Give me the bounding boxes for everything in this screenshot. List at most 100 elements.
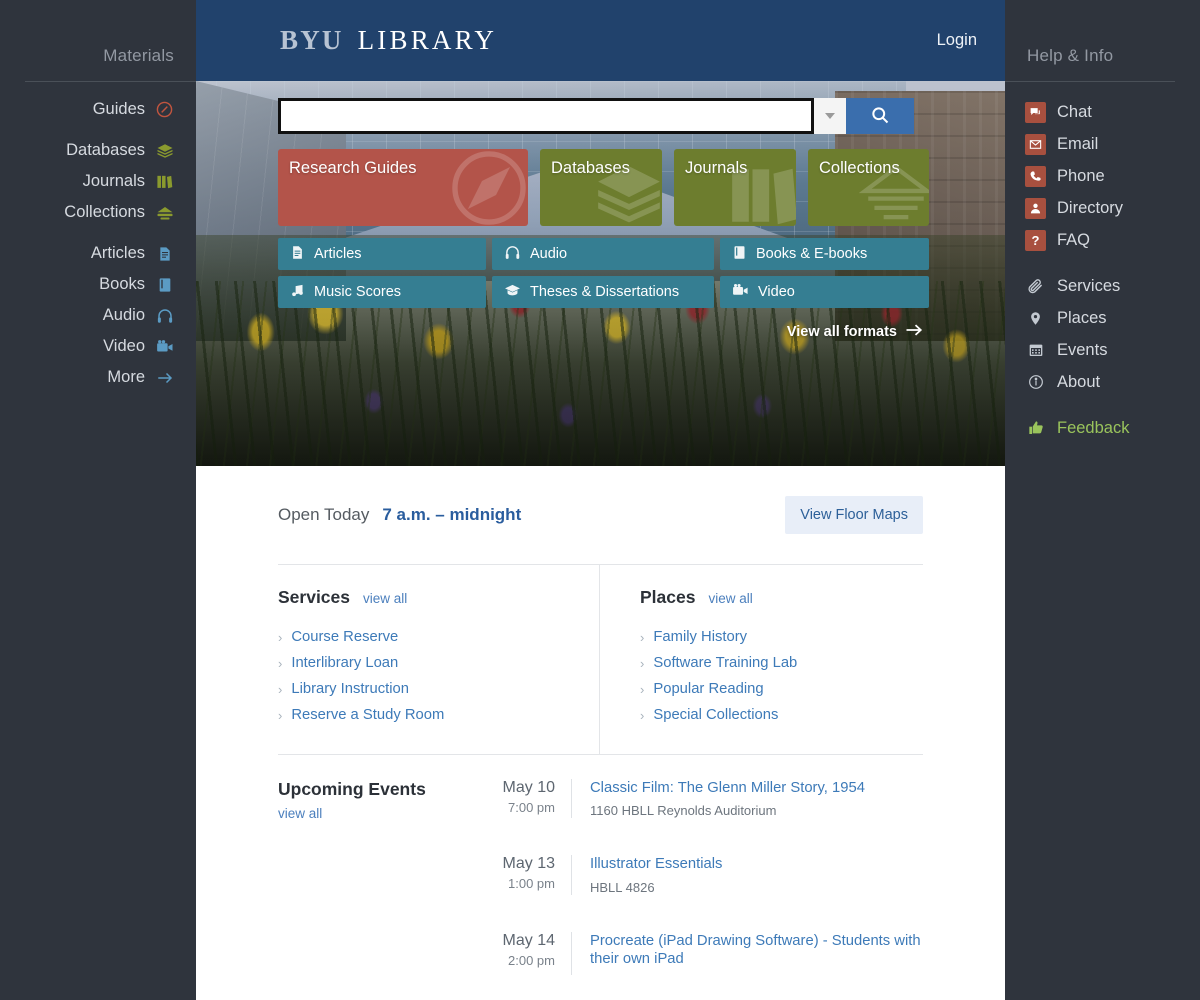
sidebar-item-directory[interactable]: Directory <box>1025 192 1200 224</box>
upcoming-events-section: Upcoming Events view all May 10 7:00 pm … <box>278 755 923 1000</box>
event-time: 2:00 pm <box>508 952 555 968</box>
open-today-hours: 7 a.m. – midnight <box>382 505 522 524</box>
sidebar-item-label: Databases <box>66 141 145 159</box>
left-sidebar: Materials Guides Databases Journals Coll… <box>0 0 196 1000</box>
sidebar-item-collections[interactable]: Collections <box>0 197 196 228</box>
materials-list: Guides Databases Journals Collections Ar… <box>0 94 196 393</box>
chat-bubble-icon <box>1025 101 1046 123</box>
format-tile-music-scores[interactable]: Music Scores <box>278 276 486 308</box>
list-item[interactable]: May 10 7:00 pm Classic Film: The Glenn M… <box>500 779 923 819</box>
sidebar-item-label: Articles <box>90 244 145 262</box>
list-item[interactable]: › Course Reserve <box>278 624 599 650</box>
info-circle-icon <box>1025 372 1046 393</box>
format-tile-audio[interactable]: Audio <box>492 238 714 270</box>
list-item[interactable]: May 14 2:00 pm Procreate (iPad Drawing S… <box>500 931 923 975</box>
calendar-icon <box>1025 340 1046 361</box>
sidebar-item-label: Services <box>1057 276 1121 295</box>
format-tile-label: Articles <box>314 246 362 262</box>
sidebar-item-databases[interactable]: Databases <box>0 135 196 166</box>
list-item[interactable]: › Reserve a Study Room <box>278 702 599 728</box>
list-item-label: Software Training Lab <box>653 655 798 671</box>
list-item[interactable]: › Family History <box>640 624 797 650</box>
sidebar-item-phone[interactable]: Phone <box>1025 160 1200 192</box>
services-column: Services view all › Course Reserve › Inter… <box>278 565 600 754</box>
right-sidebar: Help & Info Chat Email Phone Directory ?… <box>1005 0 1200 1000</box>
tile-label: Collections <box>819 159 900 177</box>
hero-tiles: Research Guides Databases Journals Colle… <box>278 149 929 341</box>
sidebar-item-label: Chat <box>1057 102 1092 121</box>
list-item[interactable]: May 13 1:00 pm Illustrator Essentials HB… <box>500 855 923 895</box>
event-title[interactable]: Classic Film: The Glenn Miller Story, 19… <box>590 779 865 797</box>
page-root: Materials Guides Databases Journals Coll… <box>0 0 1200 1000</box>
places-column: Places view all › Family History › Softwar… <box>600 565 797 754</box>
event-location: HBLL 4826 <box>590 879 655 895</box>
events-header: Upcoming Events view all <box>278 779 500 1000</box>
headphones-icon <box>504 244 521 265</box>
chevron-right-icon: › <box>278 629 283 645</box>
video-camera-icon <box>155 337 174 356</box>
sidebar-item-services[interactable]: Services <box>1025 270 1200 302</box>
search-scope-dropdown[interactable] <box>814 98 846 134</box>
sidebar-item-faq[interactable]: ? FAQ <box>1025 224 1200 256</box>
search-bar <box>278 98 914 134</box>
sidebar-item-about[interactable]: About <box>1025 366 1200 398</box>
article-icon <box>290 245 305 264</box>
view-all-formats-label: View all formats <box>786 324 897 340</box>
sidebar-item-places[interactable]: Places <box>1025 302 1200 334</box>
tile-label: Journals <box>685 159 748 177</box>
format-tile-label: Audio <box>530 246 568 262</box>
sidebar-item-guides[interactable]: Guides <box>0 94 196 125</box>
search-input[interactable] <box>278 98 814 134</box>
format-tile-grid: Articles Audio Books & E-books Music Sco… <box>278 238 929 308</box>
chevron-right-icon: › <box>640 681 645 697</box>
sidebar-item-video[interactable]: Video <box>0 331 196 362</box>
tile-collections[interactable]: Collections <box>808 149 929 226</box>
list-item[interactable]: › Software Training Lab <box>640 650 797 676</box>
event-location: 1160 HBLL Reynolds Auditorium <box>590 803 777 819</box>
format-tile-articles[interactable]: Articles <box>278 238 486 270</box>
login-link[interactable]: Login <box>937 31 977 50</box>
services-view-all-link[interactable]: view all <box>363 591 407 606</box>
format-tile-books-ebooks[interactable]: Books & E-books <box>720 238 929 270</box>
sidebar-item-label: Feedback <box>1057 418 1130 437</box>
list-item[interactable]: › Special Collections <box>640 702 797 728</box>
format-tile-label: Video <box>758 284 795 300</box>
services-header: Services view all <box>278 587 599 608</box>
list-item[interactable]: › Popular Reading <box>640 676 797 702</box>
list-item-label: Reserve a Study Room <box>291 707 445 723</box>
brand-library-text: LIBRARY <box>357 25 498 55</box>
format-tile-video[interactable]: Video <box>720 276 929 308</box>
search-submit-button[interactable] <box>846 98 914 134</box>
format-tile-theses-dissertations[interactable]: Theses & Dissertations <box>492 276 714 308</box>
sidebar-item-audio[interactable]: Audio <box>0 300 196 331</box>
sidebar-item-chat[interactable]: Chat <box>1025 96 1200 128</box>
tile-research-guides[interactable]: Research Guides <box>278 149 528 226</box>
sidebar-item-feedback[interactable]: Feedback <box>1025 412 1200 444</box>
sidebar-item-books[interactable]: Books <box>0 269 196 300</box>
event-title[interactable]: Illustrator Essentials <box>590 855 722 873</box>
event-body: Illustrator Essentials HBLL 4826 <box>572 855 722 894</box>
places-header: Places view all <box>640 587 797 608</box>
events-view-all-link[interactable]: view all <box>278 806 500 821</box>
list-item[interactable]: › Library Instruction <box>278 676 599 702</box>
view-floor-maps-button[interactable]: View Floor Maps <box>785 496 923 534</box>
sidebar-item-articles[interactable]: Articles <box>0 238 196 269</box>
services-list: › Course Reserve › Interlibrary Loan › Libr… <box>278 624 599 728</box>
sidebar-item-journals[interactable]: Journals <box>0 166 196 197</box>
events-title: Upcoming Events <box>278 779 426 799</box>
sidebar-item-email[interactable]: Email <box>1025 128 1200 160</box>
sidebar-item-events[interactable]: Events <box>1025 334 1200 366</box>
tile-journals[interactable]: Journals <box>674 149 796 226</box>
sidebar-item-label: Guides <box>92 100 145 118</box>
tile-databases[interactable]: Databases <box>540 149 662 226</box>
event-date: May 14 <box>502 931 555 949</box>
chevron-right-icon: › <box>640 707 645 723</box>
list-item[interactable]: › Interlibrary Loan <box>278 650 599 676</box>
site-logo[interactable]: BYU LIBRARY <box>280 25 497 56</box>
event-title[interactable]: Procreate (iPad Drawing Software) - Stud… <box>590 932 923 969</box>
site-header: BYU LIBRARY Login <box>196 0 1005 81</box>
compass-icon <box>446 149 528 226</box>
sidebar-item-more[interactable]: More <box>0 362 196 393</box>
view-all-formats-link[interactable]: View all formats <box>278 323 923 341</box>
places-view-all-link[interactable]: view all <box>708 591 752 606</box>
